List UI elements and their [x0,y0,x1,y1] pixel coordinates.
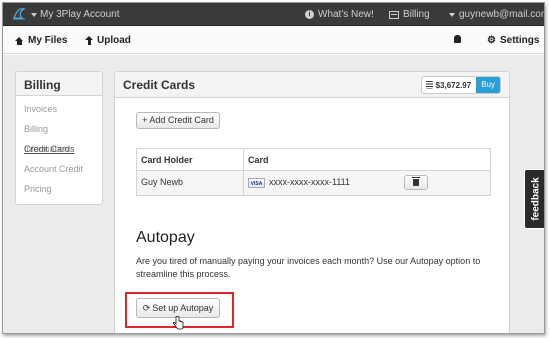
top-navbar: My 3Play Account i What's New! Billing g… [3,3,544,26]
user-menu[interactable]: guynewb@mail.com [449,9,545,20]
sidebar-item-invoices[interactable]: Invoices [16,99,102,119]
sidebar-nav: Invoices Billing Information Credit Card… [16,96,102,199]
my-files-link[interactable]: My Files [15,35,67,46]
upload-link[interactable]: Upload [85,35,131,46]
bell-icon [454,35,461,43]
balance-amount: $3,672.97 [435,80,472,90]
secondary-navbar: My Files Upload ⚙ Settings [3,26,544,54]
table-header-row: Card Holder Card [137,149,490,171]
sidebar-item-credit-cards[interactable]: Credit Cards [16,139,102,159]
upload-icon [85,36,93,45]
settings-link[interactable]: ⚙ Settings [487,35,539,46]
billing-sidebar: Billing Invoices Billing Information Cre… [15,71,103,205]
panel-header: Credit Cards $3,672.97 Buy [115,72,509,98]
feedback-label: feedback [530,177,541,221]
billing-label: Billing [403,9,430,20]
sidebar-title: Billing [16,72,102,96]
my-files-label: My Files [28,35,68,46]
autopay-description: Are you tired of manually paying your in… [136,256,481,279]
column-header-card-holder: Card Holder [137,149,244,170]
card-cell: VISA xxxx-xxxx-xxxx-1111 [244,171,490,195]
hand-cursor-icon [172,316,184,330]
feedback-tab[interactable]: feedback [524,169,544,229]
app-window: My 3Play Account i What's New! Billing g… [2,2,545,334]
sidebar-item-pricing[interactable]: Pricing [16,179,102,199]
sidebar-item-billing-information[interactable]: Billing Information [16,119,102,154]
delete-card-button[interactable] [404,175,428,190]
gear-icon: ⚙ [487,34,496,46]
upload-label: Upload [97,35,131,46]
trash-icon [412,177,420,186]
credit-card-icon [389,10,399,19]
sidebar-item-account-credit[interactable]: Account Credit [16,159,102,179]
card-number: xxxx-xxxx-xxxx-1111 [269,177,351,187]
account-menu[interactable]: My 3Play Account [31,9,119,20]
table-row: Guy Newb VISA xxxx-xxxx-xxxx-1111 [137,171,490,195]
visa-card-icon: VISA [248,177,265,188]
home-icon [15,36,24,45]
info-icon: i [305,10,314,19]
credit-cards-table: Card Holder Card Guy Newb VISA xxxx-xxxx-… [136,148,491,196]
account-balance: $3,672.97 Buy [420,76,501,94]
chevron-down-icon [449,12,455,17]
account-menu-label: My 3Play Account [40,9,120,20]
notifications-button[interactable] [454,35,461,43]
settings-label: Settings [499,35,540,46]
column-header-card: Card [248,155,269,165]
card-holder-cell: Guy Newb [137,171,244,195]
user-email: guynewb@mail.com [459,9,545,20]
setup-autopay-button[interactable]: ⟳ Set up Autopay [136,298,220,318]
setup-autopay-label: Set up Autopay [152,303,214,313]
chevron-down-icon [31,12,37,17]
page-title: Credit Cards [123,78,196,92]
billing-link[interactable]: Billing [389,9,430,20]
credit-cards-panel: Credit Cards $3,672.97 Buy + Add Credit … [114,71,510,333]
content-area: Billing Invoices Billing Information Cre… [3,55,544,333]
whats-new-link[interactable]: i What's New! [305,9,374,20]
buy-button[interactable]: Buy [476,77,500,93]
3play-logo-icon[interactable] [11,6,27,22]
refresh-icon: ⟳ [142,303,151,313]
add-credit-card-button[interactable]: + Add Credit Card [136,112,220,129]
autopay-heading: Autopay [136,229,195,246]
whats-new-label: What's New! [318,9,374,20]
coins-icon [425,81,433,89]
